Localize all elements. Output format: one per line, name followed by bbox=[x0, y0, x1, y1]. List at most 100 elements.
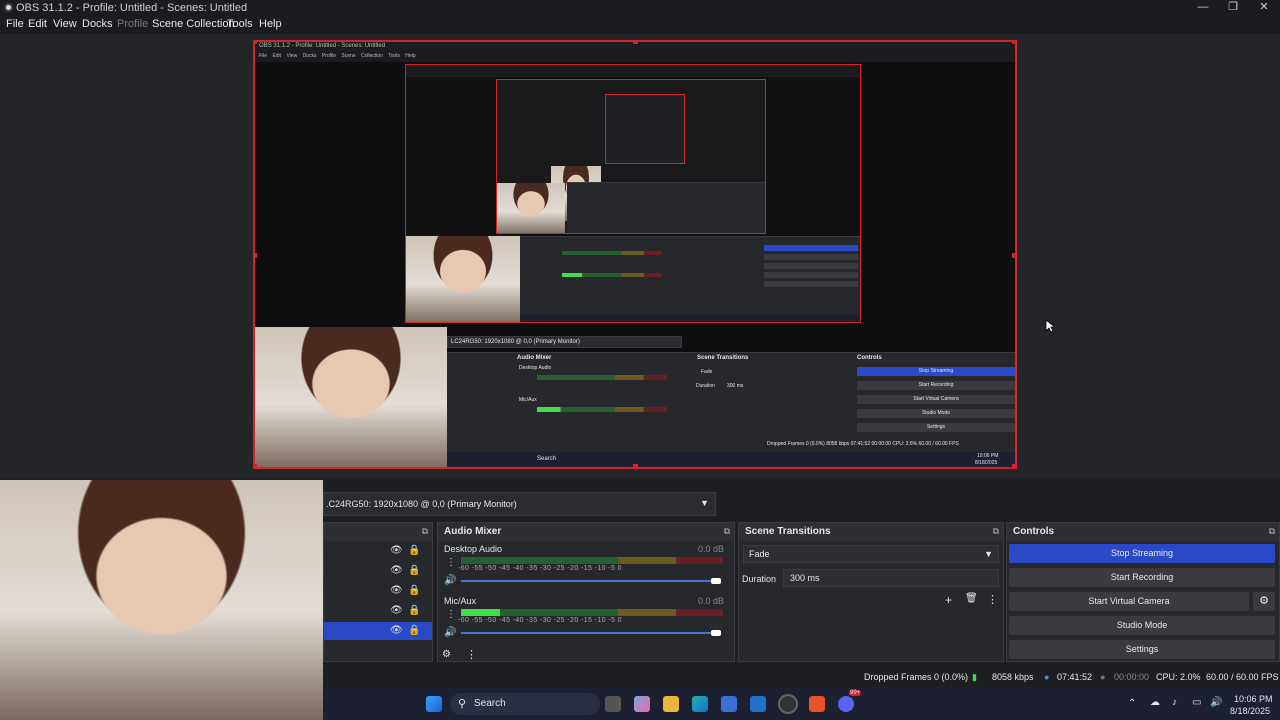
menu-tools[interactable]: Tools bbox=[227, 18, 253, 30]
mic-aux-volume-knob[interactable] bbox=[711, 630, 721, 636]
dropped-frames: Dropped Frames 0 (0.0%) bbox=[864, 672, 969, 682]
dock-float-icon[interactable]: ⧉ bbox=[1269, 526, 1275, 537]
canvas-meter-mic bbox=[537, 407, 667, 412]
settings-button[interactable]: Settings bbox=[1009, 640, 1275, 659]
nested-preview bbox=[405, 64, 861, 323]
lock-icon[interactable]: 🔒 bbox=[408, 625, 420, 636]
start-virtual-camera-button[interactable]: Start Virtual Camera bbox=[1009, 592, 1249, 611]
mic-aux-volume-slider[interactable] bbox=[461, 632, 711, 634]
dock-float-icon[interactable]: ⧉ bbox=[422, 526, 428, 537]
source-dropdown-icon[interactable]: ▼ bbox=[700, 498, 709, 508]
visibility-eye-icon[interactable]: 👁 bbox=[390, 565, 403, 576]
stream-icon: ● bbox=[1044, 672, 1050, 682]
menu-file[interactable]: File bbox=[6, 18, 24, 30]
scene-transitions-dock: Scene Transitions ⧉ Fade ▼ Duration 300 m… bbox=[738, 522, 1004, 662]
resize-handle-l[interactable] bbox=[255, 253, 257, 258]
lock-icon[interactable]: 🔒 bbox=[408, 545, 420, 556]
close-button[interactable]: ✕ bbox=[1249, 0, 1279, 16]
menu-scene-collection[interactable]: Scene Collection bbox=[152, 18, 235, 30]
resize-handle-bl[interactable] bbox=[255, 464, 257, 467]
duration-spinbox[interactable]: 300 ms bbox=[783, 569, 999, 587]
visibility-eye-icon[interactable]: 👁 bbox=[390, 605, 403, 616]
chevron-up-icon[interactable]: ⌃ bbox=[1128, 698, 1136, 709]
speaker-icon[interactable]: 🔊 bbox=[444, 627, 456, 638]
desktop-audio-volume-slider[interactable] bbox=[461, 580, 711, 582]
record-time: 00:00:00 bbox=[1114, 672, 1150, 682]
resize-handle-r[interactable] bbox=[1012, 253, 1015, 258]
transition-select[interactable]: Fade ▼ bbox=[743, 545, 999, 563]
menu-profile[interactable]: Profile bbox=[117, 18, 148, 30]
nested-webcam-medium bbox=[497, 183, 565, 233]
advanced-audio-gear-icon[interactable]: ⚙ bbox=[442, 649, 451, 660]
discord-icon[interactable] bbox=[838, 696, 854, 712]
visibility-eye-icon[interactable]: 👁 bbox=[390, 545, 403, 556]
mic-aux-menu-icon[interactable]: ⋮ bbox=[446, 609, 456, 620]
menu-view[interactable]: View bbox=[53, 18, 77, 30]
duration-value: 300 ms bbox=[790, 573, 820, 583]
canvas-fade: Fade bbox=[701, 369, 713, 375]
canvas-taskbar-search: Search bbox=[537, 456, 557, 462]
brave-icon[interactable] bbox=[809, 696, 825, 712]
menu-docks[interactable]: Docks bbox=[82, 18, 113, 30]
lock-icon[interactable]: 🔒 bbox=[408, 565, 420, 576]
transition-select-value: Fade bbox=[749, 549, 770, 559]
mic-aux-meter-fill bbox=[461, 609, 500, 616]
network-icon[interactable]: ☁ bbox=[1150, 697, 1160, 708]
desktop-audio-menu-icon[interactable]: ⋮ bbox=[446, 557, 456, 568]
taskbar-date: 8/18/2025 bbox=[1230, 706, 1271, 716]
resize-handle-tl[interactable] bbox=[255, 42, 257, 44]
nested-virtualcam-button bbox=[764, 263, 858, 269]
visibility-eye-icon[interactable]: 👁 bbox=[390, 625, 403, 636]
dock-float-icon[interactable]: ⧉ bbox=[724, 526, 730, 537]
menu-edit[interactable]: Edit bbox=[28, 18, 47, 30]
outlook-icon[interactable] bbox=[750, 696, 766, 712]
lock-icon[interactable]: 🔒 bbox=[408, 585, 420, 596]
nested-meter-2 bbox=[562, 273, 662, 277]
canvas-taskbar-date: 8/18/2025 bbox=[975, 460, 998, 466]
transition-menu-icon[interactable]: ⋮ bbox=[987, 593, 998, 606]
canvas-start-recording: Start Recording bbox=[857, 381, 1015, 390]
resize-handle-tr[interactable] bbox=[1012, 42, 1015, 44]
resize-handle-t[interactable] bbox=[633, 42, 638, 44]
file-explorer-icon[interactable] bbox=[663, 696, 679, 712]
nested-record-button bbox=[764, 254, 858, 260]
minimize-button[interactable]: — bbox=[1188, 0, 1218, 16]
audio-mixer-dock: Audio Mixer ⧉ Desktop Audio 0.0 dB ⋮ -60 … bbox=[437, 522, 735, 662]
source-toolbar[interactable]: .C24RG50: 1920x1080 @ 0,0 (Primary Monit… bbox=[323, 492, 716, 516]
taskbar-search-label: Search bbox=[474, 698, 506, 709]
dock-float-icon[interactable]: ⧉ bbox=[993, 526, 999, 537]
windows-start-icon[interactable] bbox=[426, 696, 442, 712]
add-transition-icon[interactable]: + bbox=[945, 593, 952, 607]
mic-aux-db: 0.0 dB bbox=[698, 596, 725, 606]
obs-taskbar-icon[interactable] bbox=[780, 696, 796, 712]
copilot-icon[interactable] bbox=[634, 696, 650, 712]
taskbar-search-box[interactable]: ⚲ Search bbox=[450, 693, 600, 715]
stop-streaming-button[interactable]: Stop Streaming bbox=[1009, 544, 1275, 563]
visibility-eye-icon[interactable]: 👁 bbox=[390, 585, 403, 596]
menu-bar: File Edit View Docks Profile Scene Colle… bbox=[0, 16, 1280, 34]
mixer-menu-icon[interactable]: ⋮ bbox=[466, 648, 477, 661]
store-icon[interactable] bbox=[721, 696, 737, 712]
start-recording-button[interactable]: Start Recording bbox=[1009, 568, 1275, 587]
microphone-icon[interactable]: ♪ bbox=[1172, 697, 1177, 708]
virtual-camera-gear-icon[interactable]: ⚙ bbox=[1253, 592, 1275, 611]
resize-handle-b[interactable] bbox=[633, 464, 638, 467]
delete-transition-icon[interactable]: 🗑 bbox=[965, 593, 978, 604]
menu-help[interactable]: Help bbox=[259, 18, 282, 30]
edge-icon[interactable] bbox=[692, 696, 708, 712]
speaker-icon[interactable]: 🔊 bbox=[444, 575, 456, 586]
signal-icon: ▮ bbox=[972, 672, 977, 682]
cpu-usage: CPU: 2.0% bbox=[1156, 672, 1201, 682]
display-icon[interactable]: ▭ bbox=[1192, 697, 1201, 708]
desktop-audio-volume-knob[interactable] bbox=[711, 578, 721, 584]
task-view-icon[interactable] bbox=[605, 696, 621, 712]
maximize-button[interactable]: ❐ bbox=[1218, 0, 1248, 16]
sources-dock: ⧉ 👁 🔒 👁 🔒 👁 🔒 👁 🔒 👁 🔒 bbox=[323, 522, 433, 662]
preview-canvas[interactable]: OBS 31.1.2 - Profile: Untitled - Scenes:… bbox=[253, 40, 1017, 469]
taskbar-time: 10:06 PM bbox=[1234, 694, 1273, 704]
resize-handle-br[interactable] bbox=[1012, 464, 1015, 467]
studio-mode-button[interactable]: Studio Mode bbox=[1009, 616, 1275, 635]
volume-icon[interactable]: 🔊 bbox=[1210, 697, 1222, 708]
audio-mixer-title: Audio Mixer bbox=[444, 526, 502, 537]
lock-icon[interactable]: 🔒 bbox=[408, 605, 420, 616]
